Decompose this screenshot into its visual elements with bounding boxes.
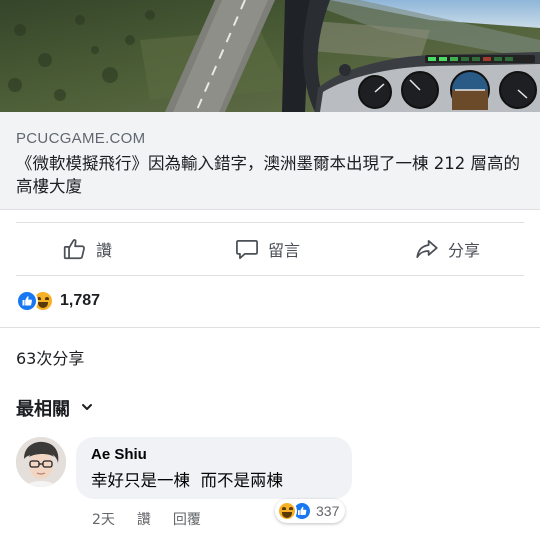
like-icon [16, 290, 38, 312]
avatar[interactable] [16, 437, 66, 487]
comment-reply-link[interactable]: 回覆 [173, 509, 201, 529]
link-caption[interactable]: PCUCGAME.COM 《微軟模擬飛行》因為輸入錯字，澳洲墨爾本出現了一棟 2… [0, 112, 540, 210]
divider [0, 379, 540, 380]
link-title: 《微軟模擬飛行》因為輸入錯字，澳洲墨爾本出現了一棟 212 層高的高樓大廈 [16, 154, 520, 196]
comment-label: 留言 [268, 241, 301, 260]
link-domain: PCUCGAME.COM [16, 130, 146, 147]
like-button[interactable]: 讚 [62, 235, 112, 263]
link-preview-image[interactable] [0, 0, 540, 112]
divider [0, 327, 540, 328]
share-button[interactable]: 分享 [414, 235, 480, 263]
comment-filter-dropdown[interactable]: 最相關 [16, 395, 94, 421]
like-label: 讚 [96, 241, 113, 260]
thumbs-up-icon [62, 236, 88, 262]
share-label: 分享 [448, 241, 481, 260]
comment-text: 幸好只是一棟 而不是兩棟 [91, 471, 283, 490]
chevron-down-icon [80, 398, 94, 419]
comment-author[interactable]: Ae Shiu [91, 446, 338, 463]
share-arrow-icon [414, 236, 440, 262]
cockpit-scene [0, 0, 540, 112]
comment-timestamp: 2天 [92, 512, 115, 528]
avatar-image [16, 437, 66, 487]
haha-icon [277, 501, 297, 521]
reactions-summary[interactable]: 1,787 [16, 289, 100, 313]
divider [16, 275, 524, 276]
comment-reaction-count: 337 [316, 503, 340, 519]
comment-filter-label: 最相關 [16, 399, 70, 420]
comment-bubble[interactable]: Ae Shiu 幸好只是一棟 而不是兩棟 [76, 437, 352, 499]
comment-reactions[interactable]: 337 [275, 499, 346, 523]
shares-count[interactable]: 63次分享 [16, 345, 84, 369]
comment-bubble-icon [234, 236, 260, 262]
action-bar: 讚 留言 分享 [0, 223, 540, 275]
comment-like-link[interactable]: 讚 [137, 509, 151, 529]
reaction-count: 1,787 [60, 292, 101, 309]
comment-meta: 2天 讚 回覆 [92, 509, 201, 529]
comment-button[interactable]: 留言 [234, 235, 300, 263]
